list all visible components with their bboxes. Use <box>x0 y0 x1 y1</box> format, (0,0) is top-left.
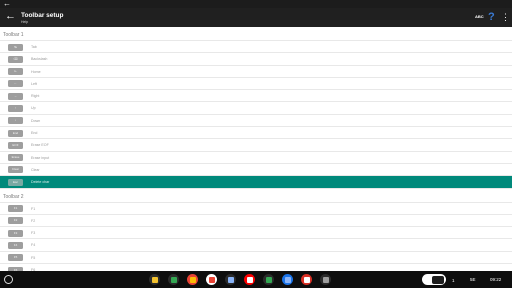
launcher-icon[interactable] <box>4 275 13 284</box>
key-chip: F1 <box>8 205 23 213</box>
files-app-icon[interactable] <box>225 274 236 285</box>
list-item-label: Backslash <box>31 57 48 62</box>
list-item[interactable]: F2 F2 <box>0 215 512 228</box>
list-item[interactable]: F6 F6 <box>0 264 512 271</box>
toolbar-settings-list[interactable]: Toolbar 1 ↹ Tab ⌫ Backslash ⇤ Home ← Left → R… <box>0 27 512 271</box>
key-chip: F5 <box>8 254 23 262</box>
list-item-label: Tab <box>31 45 37 49</box>
chrome-icon[interactable] <box>187 274 198 285</box>
youtube-icon[interactable] <box>244 274 255 285</box>
list-item-label: Left <box>31 81 37 86</box>
list-item-label: F4 <box>31 243 36 248</box>
calendar-icon[interactable] <box>301 274 312 285</box>
gmail-icon[interactable] <box>206 274 217 285</box>
list-item-label: Right <box>31 94 40 99</box>
help-icon[interactable]: ? <box>488 11 497 23</box>
section-header-toolbar-1: Toolbar 1 <box>0 27 512 41</box>
key-chip: ↹ <box>8 43 23 51</box>
key-chip: EOF <box>8 141 23 149</box>
key-chip: ↑ <box>8 104 23 112</box>
key-chip: F4 <box>8 241 23 249</box>
back-arrow-icon[interactable]: ← <box>5 10 16 22</box>
clock[interactable]: 09:22 <box>490 275 501 284</box>
play-store-icon[interactable] <box>263 274 274 285</box>
key-chip: Esc <box>8 178 23 186</box>
list-item[interactable]: ↹ Tab <box>0 41 512 54</box>
list-item[interactable]: → Right <box>0 90 512 103</box>
list-item[interactable]: ⇤ Home <box>0 66 512 78</box>
key-chip: End <box>8 129 23 137</box>
list-item-label: Down <box>31 118 41 123</box>
list-item-label: F2 <box>31 218 36 223</box>
app-window: ← ← Toolbar setup Help ABC ? ⋮ Toolbar 1… <box>0 0 512 288</box>
list-item[interactable]: ↓ Down <box>0 115 512 128</box>
page-subtitle: Help <box>21 20 29 24</box>
list-item-label: Erase input <box>31 155 50 160</box>
system-title-bar: ← <box>0 0 512 8</box>
notification-count[interactable]: 1 <box>452 276 455 285</box>
key-chip: → <box>8 92 23 100</box>
list-item[interactable]: F1 F1 <box>0 203 512 215</box>
list-item-label: Home <box>31 69 41 74</box>
list-item[interactable]: Erase Erase input <box>0 152 512 164</box>
back-icon[interactable]: ← <box>3 0 11 8</box>
list-item[interactable]: F3 F3 <box>0 227 512 240</box>
key-chip: F2 <box>8 217 23 225</box>
key-chip: Clear <box>8 166 23 174</box>
list-item-label: F3 <box>31 231 36 236</box>
list-item-label: Clear <box>31 167 40 172</box>
list-item[interactable]: End End <box>0 127 512 140</box>
list-item[interactable]: ← Left <box>0 78 512 91</box>
key-chip: ⌫ <box>8 55 23 63</box>
list-item-label: Erase EOF <box>31 143 49 148</box>
terminal-icon[interactable] <box>320 274 331 285</box>
list-item-label: Up <box>31 106 36 111</box>
key-chip: ↓ <box>8 117 23 125</box>
list-item[interactable]: F4 F4 <box>0 239 512 252</box>
network-status[interactable]: 5E <box>470 275 476 284</box>
list-item[interactable]: Clear Clear <box>0 164 512 177</box>
list-item[interactable]: F5 F5 <box>0 252 512 265</box>
list-item-label: F1 <box>31 206 36 211</box>
media-thumbnail <box>432 276 444 284</box>
key-chip: Erase <box>8 154 23 162</box>
list-item-label: Delete char <box>31 180 50 185</box>
list-item[interactable]: ⌫ Backslash <box>0 53 512 66</box>
page-title: Toolbar setup <box>21 12 64 19</box>
key-chip: ← <box>8 80 23 88</box>
list-item[interactable]: EOF Erase EOF <box>0 139 512 152</box>
list-item-label: End <box>31 131 38 136</box>
chrome-beta-icon[interactable] <box>149 274 160 285</box>
taskbar-shelf: 1 5E 09:22 <box>0 271 512 288</box>
list-item[interactable]: ↑ Up <box>0 102 512 115</box>
key-chip: F3 <box>8 229 23 237</box>
app-bar: ← Toolbar setup Help ABC ? ⋮ <box>0 8 512 27</box>
list-item-selected[interactable]: Esc Delete char <box>0 176 512 189</box>
more-options-icon[interactable]: ⋮ <box>501 11 510 23</box>
files-icon[interactable] <box>282 274 293 285</box>
keyboard-abc-button[interactable]: ABC <box>475 14 484 19</box>
key-chip: ⇤ <box>8 68 23 76</box>
list-item-label: F5 <box>31 255 36 260</box>
section-header-toolbar-2: Toolbar 2 <box>0 189 512 203</box>
sheets-icon[interactable] <box>168 274 179 285</box>
